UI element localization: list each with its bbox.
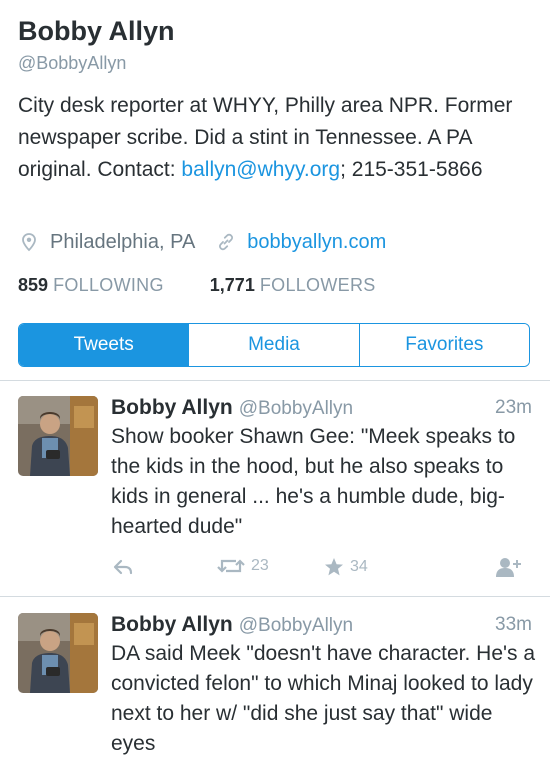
retweet-count: 23: [251, 557, 269, 574]
profile-stats: 859 FOLLOWING 1,771 FOLLOWERS: [18, 275, 376, 296]
tweet-header: Bobby Allyn @BobbyAllyn 23m: [111, 396, 532, 420]
followers-stat[interactable]: 1,771 FOLLOWERS: [210, 275, 376, 296]
tweet-item[interactable]: Bobby Allyn @BobbyAllyn 23m Show booker S…: [0, 396, 550, 586]
location-pin-icon: [18, 231, 40, 253]
retweet-button[interactable]: 23: [216, 556, 269, 576]
link-icon: [215, 231, 237, 253]
tab-tweets[interactable]: Tweets: [19, 324, 189, 366]
tab-media[interactable]: Media: [188, 324, 359, 366]
retweet-icon: [216, 556, 246, 576]
following-label: FOLLOWING: [53, 275, 164, 295]
profile-handle: @BobbyAllyn: [18, 53, 127, 73]
tweet-text: Show booker Shawn Gee: "Meek speaks to t…: [111, 425, 516, 538]
profile-meta: Philadelphia, PA bobbyallyn.com: [18, 228, 386, 256]
profile-tabs: Tweets Media Favorites: [18, 323, 530, 367]
favorite-count: 34: [350, 558, 368, 575]
following-count: 859: [18, 275, 49, 295]
tab-favorites[interactable]: Favorites: [358, 324, 529, 366]
bio-email-link[interactable]: ballyn@whyy.org: [181, 158, 340, 181]
tweet-author-name[interactable]: Bobby Allyn: [111, 613, 233, 636]
tweet-timestamp: 33m: [495, 614, 532, 635]
tweet-header: Bobby Allyn @BobbyAllyn 33m: [111, 613, 532, 637]
tweet-timestamp: 23m: [495, 397, 532, 418]
tweet-item[interactable]: Bobby Allyn @BobbyAllyn 33m DA said Meek …: [0, 613, 550, 775]
reply-icon: [111, 556, 135, 578]
follow-button[interactable]: [495, 556, 523, 578]
reply-button[interactable]: [111, 556, 135, 578]
tweet-author-handle[interactable]: @BobbyAllyn: [239, 398, 353, 419]
bio-phone: ; 215-351-5866: [340, 158, 483, 181]
profile-bio: City desk reporter at WHYY, Philly area …: [18, 90, 533, 186]
tweet-actions: 23 34: [111, 556, 531, 582]
follow-user-icon: [495, 556, 523, 578]
followers-count: 1,771: [209, 275, 255, 295]
profile-name: Bobby Allyn: [18, 16, 175, 46]
followers-label: FOLLOWERS: [259, 275, 376, 295]
divider: [0, 596, 550, 597]
divider: [0, 380, 550, 381]
tweet-author-handle[interactable]: @BobbyAllyn: [239, 615, 353, 636]
avatar[interactable]: [18, 396, 98, 476]
avatar[interactable]: [18, 613, 98, 693]
following-stat[interactable]: 859 FOLLOWING: [18, 275, 164, 296]
tweet-text: DA said Meek "doesn't have character. He…: [111, 642, 536, 755]
tweet-author-name[interactable]: Bobby Allyn: [111, 396, 233, 419]
profile-website-link[interactable]: bobbyallyn.com: [247, 231, 386, 254]
favorite-button[interactable]: 34: [323, 556, 368, 578]
star-icon: [323, 556, 345, 578]
profile-location: Philadelphia, PA: [50, 230, 196, 253]
